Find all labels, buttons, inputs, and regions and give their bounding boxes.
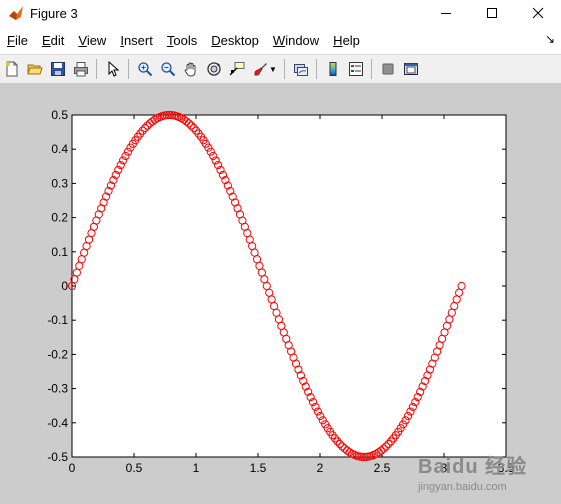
menu-window[interactable]: Window xyxy=(266,33,326,48)
legend-button[interactable] xyxy=(345,58,367,80)
maximize-button[interactable] xyxy=(469,0,515,26)
y-tick-label: -0.1 xyxy=(47,313,68,327)
title-bar: Figure 3 xyxy=(0,0,561,26)
hide-plot-tools-icon xyxy=(382,63,394,75)
x-tick-label: 2 xyxy=(317,461,324,475)
y-tick-label: -0.3 xyxy=(47,382,68,396)
menu-file[interactable]: File xyxy=(0,33,35,48)
brush-dropdown-icon[interactable]: ▼ xyxy=(269,65,277,74)
brush-button[interactable] xyxy=(249,58,271,80)
pan-button[interactable] xyxy=(180,58,202,80)
edit-plot-button[interactable] xyxy=(102,58,124,80)
pan-hand-icon xyxy=(184,62,196,77)
menu-view[interactable]: View xyxy=(71,33,113,48)
x-tick-label: 1.5 xyxy=(250,461,267,475)
dock-arrow-icon[interactable]: ↘ xyxy=(545,32,555,46)
x-tick-label: 0.5 xyxy=(126,461,143,475)
window-title: Figure 3 xyxy=(30,5,78,21)
save-button[interactable] xyxy=(47,58,69,80)
menu-bar: File Edit View Insert Tools Desktop Window Help xyxy=(0,28,561,52)
data-cursor-icon xyxy=(229,62,245,76)
print-icon xyxy=(74,62,88,77)
minimize-icon xyxy=(441,13,451,14)
show-plot-tools-icon xyxy=(403,63,418,75)
toolbar-separator xyxy=(96,59,97,79)
y-tick-label: 0.4 xyxy=(51,142,68,156)
toolbar-separator xyxy=(128,59,129,79)
link-plot-button[interactable] xyxy=(290,58,312,80)
zoom-out-button[interactable] xyxy=(157,58,179,80)
y-tick-label: -0.5 xyxy=(47,450,68,464)
pointer-icon xyxy=(108,61,120,77)
zoom-in-button[interactable] xyxy=(134,58,156,80)
save-icon xyxy=(51,62,65,76)
data-cursor-button[interactable] xyxy=(226,58,248,80)
y-tick-label: -0.4 xyxy=(47,416,68,430)
y-tick-label: -0.2 xyxy=(47,347,68,361)
toolbar-separator xyxy=(370,59,372,79)
y-tick-label: 0.5 xyxy=(51,108,68,122)
matlab-icon xyxy=(9,6,23,20)
close-button[interactable] xyxy=(515,0,561,26)
y-tick-label: 0 xyxy=(61,279,68,293)
close-icon xyxy=(532,7,544,19)
legend-icon xyxy=(348,62,363,76)
watermark-logo: Baidu 经验 xyxy=(418,456,528,478)
brush-icon xyxy=(254,63,267,76)
x-tick-label: 0 xyxy=(69,461,76,475)
rotate-3d-button[interactable] xyxy=(203,58,225,80)
watermark: Baidu 经验 jingyan.baidu.com xyxy=(418,450,558,500)
hide-plot-tools-button[interactable] xyxy=(377,58,399,80)
x-tick-label: 2.5 xyxy=(374,461,391,475)
y-tick-label: 0.2 xyxy=(51,211,68,225)
toolbar-separator xyxy=(315,59,317,79)
zoom-out-icon xyxy=(161,62,176,77)
watermark-url: jingyan.baidu.com xyxy=(418,481,507,493)
menu-desktop[interactable]: Desktop xyxy=(204,33,266,48)
colorbar-icon xyxy=(329,62,337,76)
rotate-3d-icon xyxy=(207,62,221,76)
axes-box xyxy=(71,114,507,458)
colorbar-button[interactable] xyxy=(322,58,344,80)
figure-toolbar: ▼ xyxy=(0,54,561,84)
open-file-button[interactable] xyxy=(24,58,46,80)
new-figure-icon xyxy=(6,61,18,77)
maximize-icon xyxy=(487,8,497,18)
menu-tools[interactable]: Tools xyxy=(160,33,204,48)
link-plot-icon xyxy=(293,64,308,76)
print-button[interactable] xyxy=(70,58,92,80)
y-tick-label: 0.1 xyxy=(51,245,68,259)
menu-insert[interactable]: Insert xyxy=(113,33,160,48)
menu-help[interactable]: Help xyxy=(326,33,367,48)
x-tick-label: 1 xyxy=(193,461,200,475)
toolbar-separator xyxy=(283,59,285,79)
y-tick-label: 0.3 xyxy=(51,176,68,190)
open-file-icon xyxy=(27,64,43,75)
show-plot-tools-button[interactable] xyxy=(400,58,422,80)
new-figure-button[interactable] xyxy=(1,58,23,80)
minimize-button[interactable] xyxy=(423,0,469,26)
axes-plot[interactable]: 0 0.5 1 1.5 2 2.5 3 3.50.50.40.30.20.10-0.1-0.2… xyxy=(0,84,561,504)
menu-edit[interactable]: Edit xyxy=(35,33,71,48)
zoom-in-icon xyxy=(138,62,153,77)
